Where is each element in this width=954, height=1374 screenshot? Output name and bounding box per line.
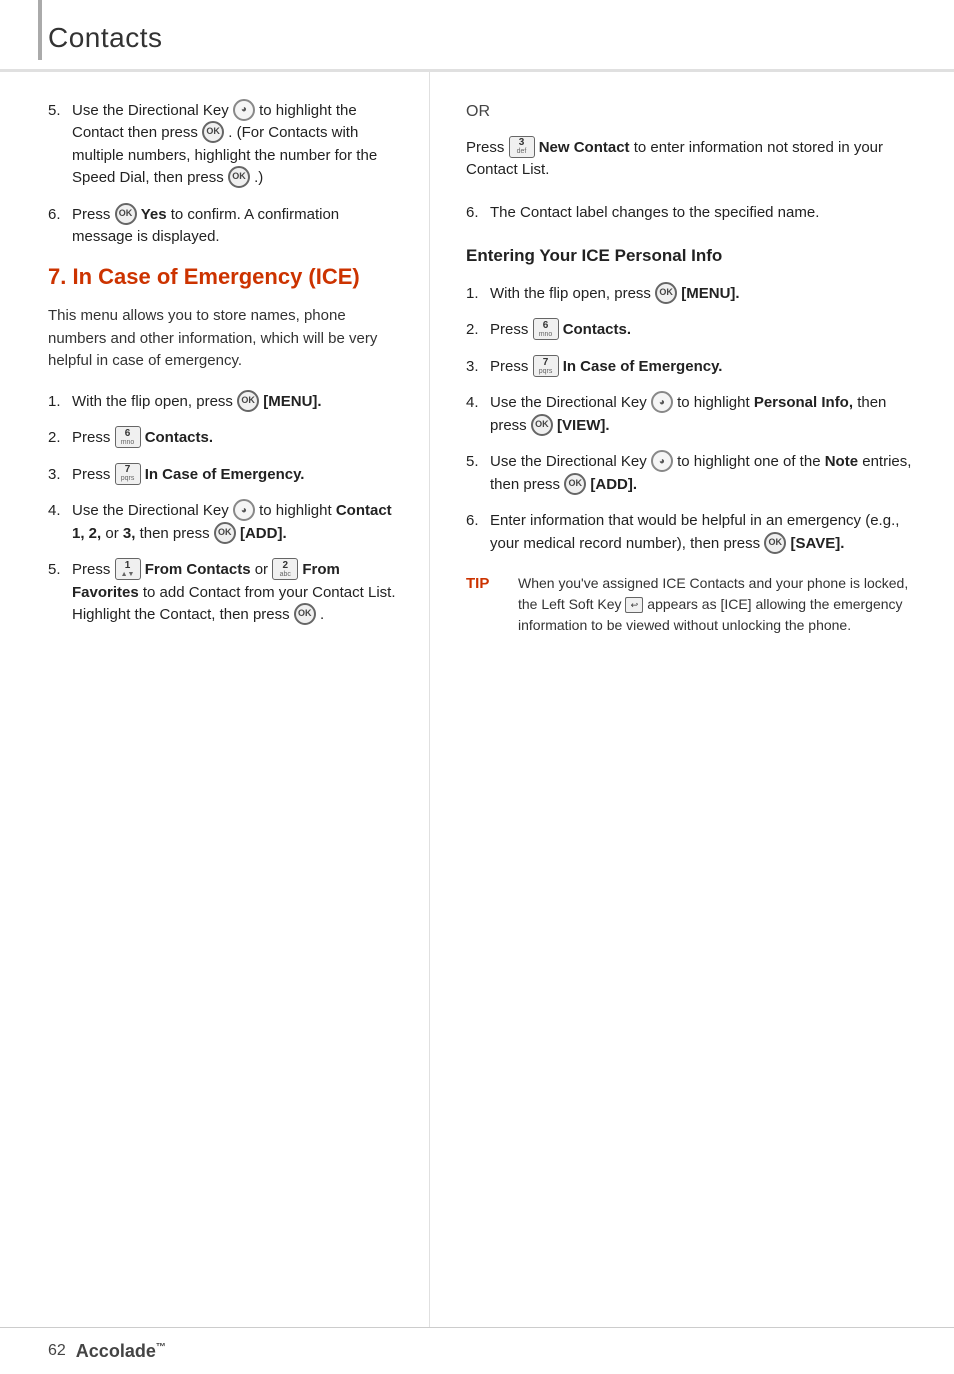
ice-step-4: 4. Use the Directional Key ◕ to highligh… — [48, 500, 399, 545]
pi-step-4-content: Use the Directional Key ◕ to highlight P… — [490, 392, 924, 437]
subheading-personal-info: Entering Your ICE Personal Info — [466, 244, 924, 269]
footer-page-number: 62 — [48, 1339, 66, 1362]
step-5-left: 5. Use the Directional Key ◕ to highligh… — [48, 100, 399, 190]
left-bar-decoration — [38, 0, 42, 60]
pi-step-1-number: 1. — [466, 283, 484, 306]
content-area: 5. Use the Directional Key ◕ to highligh… — [0, 72, 954, 1327]
ice-step-2-number: 2. — [48, 427, 66, 450]
ok-button-icon-1: OK — [202, 121, 224, 143]
ok-icon-ice5: OK — [294, 603, 316, 625]
step6-right-list: 6. The Contact label changes to the spec… — [466, 202, 924, 225]
key-3-badge: 3def — [509, 136, 535, 158]
ice-step-4-number: 4. — [48, 500, 66, 523]
key-1-badge: 1▲▼ — [115, 558, 141, 580]
key-7-badge-left: 7pqrs — [115, 463, 141, 485]
directional-key-icon-right2: ◕ — [651, 391, 673, 413]
pi-step-2: 2. Press 6mno Contacts. — [466, 319, 924, 342]
pi-step-3-content: Press 7pqrs In Case of Emergency. — [490, 356, 924, 379]
pi-step-2-content: Press 6mno Contacts. — [490, 319, 924, 342]
ice-step-5: 5. Press 1▲▼ From Contacts or 2abc From … — [48, 559, 399, 627]
right-column: OR Press 3def New Contact to enter infor… — [430, 72, 954, 1327]
ice-steps-list: 1. With the flip open, press OK [MENU]. … — [48, 391, 399, 627]
pi-step-2-number: 2. — [466, 319, 484, 342]
key-6-badge-right: 6mno — [533, 318, 559, 340]
left-column: 5. Use the Directional Key ◕ to highligh… — [0, 72, 430, 1327]
step-5-content: Use the Directional Key ◕ to highlight t… — [72, 100, 399, 190]
press-new-contact-block: Press 3def New Contact to enter informat… — [466, 137, 924, 182]
ice-step-3: 3. Press 7pqrs In Case of Emergency. — [48, 464, 399, 487]
ok-icon-ice1: OK — [237, 390, 259, 412]
pi-step-5: 5. Use the Directional Key ◕ to highligh… — [466, 451, 924, 496]
directional-key-icon-1: ◕ — [233, 99, 255, 121]
pi-step-3-number: 3. — [466, 356, 484, 379]
ok-icon-ice4: OK — [214, 522, 236, 544]
pi-step-4-number: 4. — [466, 392, 484, 415]
page-title: Contacts — [48, 22, 163, 53]
ice-step-2: 2. Press 6mno Contacts. — [48, 427, 399, 450]
step-6-left: 6. Press OK Yes to confirm. A confirmati… — [48, 204, 399, 249]
ok-button-icon-3: OK — [115, 203, 137, 225]
page-header: Contacts — [0, 0, 954, 72]
directional-key-icon-right3: ◕ — [651, 450, 673, 472]
footer-brand-name: Accolade™ — [76, 1338, 166, 1364]
section-heading-ice: 7. In Case of Emergency (ICE) — [48, 263, 399, 292]
ice-step-4-content: Use the Directional Key ◕ to highlight C… — [72, 500, 399, 545]
ice-step-1-content: With the flip open, press OK [MENU]. — [72, 391, 399, 414]
step-6-content: Press OK Yes to confirm. A confirmation … — [72, 204, 399, 249]
pi-step-4: 4. Use the Directional Key ◕ to highligh… — [466, 392, 924, 437]
pi-step-6-number: 6. — [466, 510, 484, 533]
ice-step-2-content: Press 6mno Contacts. — [72, 427, 399, 450]
ice-step-1-number: 1. — [48, 391, 66, 414]
section-intro: This menu allows you to store names, pho… — [48, 305, 399, 373]
key-7-badge-right: 7pqrs — [533, 355, 559, 377]
key-2-badge: 2abc — [272, 558, 298, 580]
ice-step-1: 1. With the flip open, press OK [MENU]. — [48, 391, 399, 414]
pi-step-5-number: 5. — [466, 451, 484, 474]
ok-icon-pi1: OK — [655, 282, 677, 304]
tip-block: TIP When you've assigned ICE Contacts an… — [466, 573, 924, 636]
tip-label: TIP — [466, 573, 502, 636]
ice-step-5-number: 5. — [48, 559, 66, 582]
step-5-number: 5. — [48, 100, 66, 123]
directional-key-icon-2: ◕ — [233, 499, 255, 521]
ice-step-5-content: Press 1▲▼ From Contacts or 2abc From Fav… — [72, 559, 399, 627]
ok-icon-pi6: OK — [764, 532, 786, 554]
or-text: OR — [466, 100, 924, 123]
left-soft-key-icon: ↩ — [625, 597, 643, 613]
ok-icon-pi5: OK — [564, 473, 586, 495]
step-6-right-content: The Contact label changes to the specifi… — [490, 202, 924, 225]
pi-step-1-content: With the flip open, press OK [MENU]. — [490, 283, 924, 306]
ok-icon-pi4: OK — [531, 414, 553, 436]
ice-step-3-content: Press 7pqrs In Case of Emergency. — [72, 464, 399, 487]
pi-step-3: 3. Press 7pqrs In Case of Emergency. — [466, 356, 924, 379]
step-6-right: 6. The Contact label changes to the spec… — [466, 202, 924, 225]
pi-step-1: 1. With the flip open, press OK [MENU]. — [466, 283, 924, 306]
personal-info-steps-list: 1. With the flip open, press OK [MENU]. … — [466, 283, 924, 556]
pi-step-6: 6. Enter information that would be helpf… — [466, 510, 924, 555]
key-6-badge: 6mno — [115, 426, 141, 448]
top-steps-list: 5. Use the Directional Key ◕ to highligh… — [48, 100, 399, 249]
ice-step-3-number: 3. — [48, 464, 66, 487]
step-6-number: 6. — [48, 204, 66, 227]
ok-button-icon-2: OK — [228, 166, 250, 188]
pi-step-5-content: Use the Directional Key ◕ to highlight o… — [490, 451, 924, 496]
page: Contacts 5. Use the Directional Key ◕ to… — [0, 0, 954, 1374]
page-footer: 62 Accolade™ — [0, 1327, 954, 1374]
tip-content: When you've assigned ICE Contacts and yo… — [518, 573, 924, 636]
pi-step-6-content: Enter information that would be helpful … — [490, 510, 924, 555]
step-6-right-number: 6. — [466, 202, 484, 225]
